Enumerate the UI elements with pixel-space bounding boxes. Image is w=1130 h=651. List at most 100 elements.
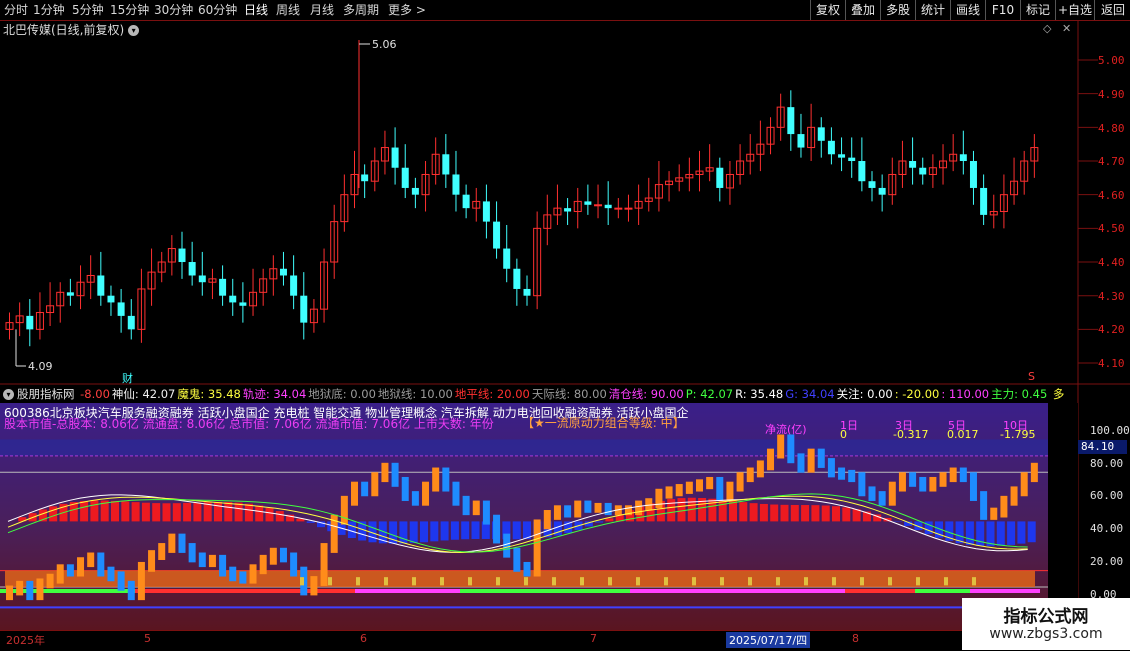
indicator-value: 地平线: 20.00 — [455, 387, 530, 401]
momentum-bar — [87, 553, 94, 568]
momentum-bar — [787, 434, 794, 463]
candle-body-down — [463, 195, 470, 208]
indicator-value: : -20.00 — [895, 387, 940, 401]
candle-body-down — [67, 292, 74, 295]
flow-bar — [987, 521, 995, 546]
price-tick: 5.00 — [1098, 54, 1125, 67]
momentum-bar — [747, 468, 754, 483]
candle-body-down — [412, 188, 419, 195]
candle-body-down — [605, 205, 612, 208]
net-value-10d: -1.795 — [1000, 428, 1035, 441]
momentum-bar — [980, 491, 987, 520]
candle-body-down — [300, 296, 307, 323]
candle-body-down — [189, 262, 196, 275]
indicator-value: R: 35.48 — [735, 387, 783, 401]
volume-tick — [496, 577, 500, 585]
finance-marker[interactable]: 财 — [122, 370, 133, 386]
candle-body-down — [828, 141, 835, 154]
flow-bar — [80, 501, 88, 521]
sub-axis-tick: 100.00 — [1090, 424, 1130, 437]
candle-body-down — [960, 154, 967, 161]
date-label: 2025年 — [6, 632, 45, 648]
candle-body-down — [118, 302, 125, 315]
momentum-bar — [574, 501, 581, 518]
momentum-bar — [595, 503, 602, 513]
volume-tick — [636, 577, 640, 585]
momentum-bar — [797, 453, 804, 472]
momentum-bar — [381, 463, 388, 482]
momentum-bar — [544, 510, 551, 529]
bottom-band — [5, 571, 1035, 587]
flow-bar — [173, 503, 181, 521]
volume-tick — [832, 577, 836, 585]
indicator-value: 轨迹: 34.04 — [243, 387, 306, 401]
flow-bar — [1028, 521, 1036, 542]
logo-url: www.zbgs3.com — [962, 626, 1130, 642]
flow-bar — [667, 499, 675, 521]
candle-body-down — [797, 134, 804, 147]
momentum-bar — [960, 468, 967, 483]
flow-bar — [266, 508, 274, 521]
momentum-bar — [940, 472, 947, 487]
momentum-bar — [848, 470, 855, 482]
volume-tick — [748, 577, 752, 585]
momentum-bar — [452, 482, 459, 506]
momentum-bar — [290, 553, 297, 577]
net-flow-title: 净流(亿) — [765, 421, 807, 437]
momentum-bar — [219, 555, 226, 577]
indicator-header: ▾股朋指标网 -8.00神仙: 42.07魔鬼: 35.48轨迹: 34.04地… — [0, 386, 1078, 403]
price-tick: 4.80 — [1098, 122, 1125, 135]
price-tick: 4.70 — [1098, 155, 1125, 168]
momentum-bar — [361, 482, 368, 497]
momentum-bar — [1031, 463, 1038, 482]
flow-bar — [770, 505, 778, 522]
date-label: 6 — [360, 632, 367, 645]
momentum-bar — [838, 468, 845, 480]
momentum-bar — [432, 468, 439, 492]
momentum-bar — [402, 477, 409, 501]
momentum-bar — [47, 574, 54, 589]
indicator-value: 天际线: 80.00 — [532, 387, 607, 401]
cursor-date-label: 2025/07/17/四 — [726, 632, 810, 648]
indicator-value: G: 34.04 — [785, 387, 834, 401]
indicator-value: 主力: 0.45 — [991, 387, 1047, 401]
momentum-bar — [737, 472, 744, 491]
momentum-bar — [97, 553, 104, 577]
flow-bar — [801, 505, 809, 521]
candle-body-down — [838, 154, 845, 157]
flow-bar — [605, 518, 613, 521]
volume-tick — [384, 577, 388, 585]
candle-body-up — [615, 208, 622, 209]
sub-axis-tick: 80.00 — [1090, 457, 1123, 470]
flow-bar — [399, 521, 407, 543]
chevron-down-icon[interactable]: ▾ — [3, 389, 14, 400]
date-axis: 2025年 5 6 7 2025/07/17/四 8 — [0, 630, 1078, 651]
top-band — [0, 439, 1048, 455]
sub-axis-tick: 20.00 — [1090, 555, 1123, 568]
momentum-bar — [666, 486, 673, 498]
price-tick: 4.40 — [1098, 256, 1125, 269]
flow-bar — [348, 521, 356, 538]
flow-bar — [678, 498, 686, 521]
signal-segment — [630, 589, 845, 593]
flow-bar — [472, 521, 480, 539]
indicator-name[interactable]: 股朋指标网 — [17, 387, 75, 401]
momentum-bar — [118, 571, 125, 590]
flow-bar — [255, 506, 263, 522]
momentum-bar — [67, 564, 74, 576]
momentum-bar — [77, 557, 84, 576]
flow-bar — [853, 509, 861, 521]
candle-body-down — [442, 154, 449, 174]
momentum-bar — [199, 553, 206, 568]
momentum-bar — [351, 482, 358, 506]
indicator-value: -8.00 — [80, 387, 110, 401]
momentum-bar — [696, 479, 703, 491]
volume-tick — [692, 577, 696, 585]
flow-bar — [441, 521, 449, 540]
s-marker[interactable]: S — [1028, 370, 1035, 383]
momentum-bar — [310, 576, 317, 595]
momentum-bar — [260, 555, 267, 574]
momentum-bar — [757, 460, 764, 477]
candle-body-down — [483, 201, 490, 221]
momentum-bar — [321, 543, 328, 586]
